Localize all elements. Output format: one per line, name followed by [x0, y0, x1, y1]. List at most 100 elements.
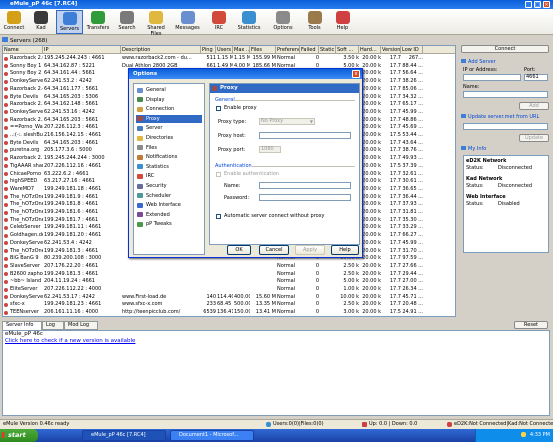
- options-item-statistics[interactable]: Statistics: [136, 163, 202, 171]
- server-row[interactable]: DonkeyServer No362.241.53.17 : 4242 www.F…: [3, 293, 455, 301]
- server-cell: 20.00 k: [362, 178, 381, 185]
- column-header[interactable]: Ping: [201, 46, 216, 53]
- server-row[interactable]: sfxc-x 199.249.181.23 : 4661 www.sfxc-x.co…: [3, 301, 455, 308]
- options-item-proxy[interactable]: Proxy: [136, 114, 202, 123]
- column-header[interactable]: Hard...: [359, 46, 381, 53]
- proxy-host-input[interactable]: [259, 132, 351, 139]
- options-item-label: IRC: [146, 173, 155, 180]
- toolbar-irc-button[interactable]: IRC: [205, 10, 233, 34]
- options-dialog: Options x General Display Connection Proxy S…: [128, 68, 363, 258]
- options-item-display[interactable]: Display: [136, 96, 202, 104]
- add-button[interactable]: Add: [519, 102, 549, 110]
- server-row[interactable]: EliteServer 207.226.112.22 : 4000 Normal 0 1…: [3, 286, 455, 293]
- name-input[interactable]: [463, 91, 548, 98]
- server-row[interactable]: B2600 zapho 199.249.181.3 : 4661 Normal 0 2.…: [3, 270, 455, 278]
- server-cell: 400.00 k: [234, 293, 250, 300]
- servers-icon: [2, 37, 8, 42]
- options-item-pp-tweaks[interactable]: pP Tweaks: [136, 220, 202, 228]
- server-row[interactable]: TEENserver 206.161.11.16 : 4000 http://tee…: [3, 309, 455, 316]
- toolbar-tools-button[interactable]: Tools: [302, 10, 327, 34]
- auth-password-input[interactable]: [259, 194, 351, 201]
- toolbar-statistics-button[interactable]: Statistics: [235, 10, 263, 34]
- my-info-label: My Info: [461, 146, 486, 152]
- column-header[interactable]: Soft ...: [336, 46, 359, 53]
- column-header[interactable]: Low ID: [401, 46, 423, 53]
- column-header[interactable]: Preference: [276, 46, 300, 53]
- toolbar-messages-button[interactable]: Messages: [172, 10, 203, 34]
- server-cell: 17.7: [389, 93, 401, 100]
- server-row[interactable]: Razorback 2.0 195.245.244.243 : 4661 www.r…: [3, 55, 455, 62]
- options-tree[interactable]: General Display Connection Proxy Server Direc…: [133, 83, 205, 255]
- server-row[interactable]: ~bb~ Island 204.11.19.24 : 4661 Normal 0 5.0…: [3, 278, 455, 285]
- options-item-security[interactable]: Security: [136, 182, 202, 190]
- toolbar-connect-button[interactable]: Connect: [2, 10, 26, 34]
- check-version-link[interactable]: Click here to check if a new version is …: [5, 338, 135, 344]
- server-cell: 20.00 k: [362, 309, 381, 316]
- toolbar-shared-files-button[interactable]: Shared Files: [141, 10, 171, 37]
- toolbar-transfers-button[interactable]: Transfers: [84, 10, 112, 34]
- proxy-port-input[interactable]: 1080: [259, 146, 281, 153]
- apply-button[interactable]: Apply: [295, 245, 325, 255]
- options-item-web-interface[interactable]: Web Interface: [136, 201, 202, 209]
- reset-button[interactable]: Reset: [514, 321, 548, 329]
- options-item-general[interactable]: General: [136, 86, 202, 94]
- options-item-irc[interactable]: IRC: [136, 172, 202, 180]
- toolbar-search-button[interactable]: Search: [114, 10, 140, 34]
- tab-mod-log[interactable]: Mod Log: [64, 321, 98, 330]
- maximize-button[interactable]: □: [534, 1, 541, 8]
- column-header[interactable]: IP: [43, 46, 121, 53]
- options-item-extended[interactable]: Extended: [136, 211, 202, 219]
- column-header[interactable]: Name: [3, 46, 43, 53]
- close-button[interactable]: ×: [543, 1, 550, 8]
- options-item-label: Directories: [146, 135, 174, 141]
- taskbar-emule[interactable]: eMule_pP 46c [7.RC4]: [82, 430, 166, 441]
- auth-name-input[interactable]: [259, 182, 351, 189]
- proxy-type-select[interactable]: No Proxy ▼: [259, 118, 315, 125]
- tab-log[interactable]: Log: [42, 321, 64, 330]
- column-header[interactable]: Version: [381, 46, 401, 53]
- options-item-directories[interactable]: Directories: [136, 134, 202, 142]
- help-button[interactable]: Help: [331, 245, 359, 255]
- cancel-button[interactable]: Cancel: [259, 245, 289, 255]
- options-item-notifications[interactable]: Notifications: [136, 153, 202, 161]
- port-input[interactable]: 4661: [524, 74, 548, 81]
- ok-button[interactable]: OK: [227, 245, 251, 255]
- update-button[interactable]: Update: [519, 134, 549, 142]
- options-item-files[interactable]: Files: [136, 144, 202, 152]
- toolbar-options-button[interactable]: Options: [265, 10, 301, 34]
- server-cell: 20.00 k: [362, 78, 381, 85]
- proxy-icon: [212, 86, 217, 91]
- auto-connect-checkbox[interactable]: [216, 214, 221, 219]
- options-item-scheduler[interactable]: Scheduler: [136, 192, 202, 200]
- toolbar-help-button[interactable]: Help: [330, 10, 355, 34]
- server-status-icon: [4, 241, 8, 246]
- status-version: eMule Version 0.46c ready: [3, 421, 70, 427]
- toolbar-servers-button[interactable]: Servers: [56, 10, 83, 34]
- dialog-close-button[interactable]: x: [352, 70, 360, 78]
- column-header[interactable]: Failed: [300, 46, 319, 53]
- start-button[interactable]: start: [0, 429, 38, 442]
- enable-proxy-checkbox[interactable]: [216, 106, 221, 111]
- options-item-server[interactable]: Server: [136, 124, 202, 132]
- tray-emule-icon[interactable]: [520, 432, 526, 437]
- ip-input[interactable]: [463, 74, 521, 81]
- server-row[interactable]: SlaveServer 207.176.22.20 : 4661 Normal 0 2.…: [3, 263, 455, 270]
- connect-button[interactable]: Connect: [461, 45, 549, 53]
- column-header[interactable]: Description: [121, 46, 201, 53]
- server-cell: 17.7: [389, 270, 401, 277]
- options-item-connection[interactable]: Connection: [136, 105, 202, 113]
- tab-server-info[interactable]: Server Info: [2, 321, 42, 330]
- server-cell: 62.241.53.16 : 4242: [44, 108, 95, 115]
- server-cell: 0: [315, 309, 319, 316]
- enable-auth-checkbox[interactable]: [216, 172, 221, 177]
- server-cell: 64.34.165.203 : 5306: [44, 93, 99, 100]
- column-header[interactable]: Users: [216, 46, 233, 53]
- toolbar-kad-button[interactable]: Kad: [28, 10, 54, 34]
- taskbar-word[interactable]: Document1 - Microsof...: [170, 430, 254, 441]
- update-url-input[interactable]: [463, 123, 548, 130]
- column-header[interactable]: Files: [250, 46, 276, 53]
- minimize-button[interactable]: _: [525, 1, 532, 8]
- server-info-log[interactable]: eMule_pP 46c Click here to check if a ne…: [2, 330, 550, 416]
- column-header[interactable]: Static: [319, 46, 336, 53]
- column-header[interactable]: Max ...: [233, 46, 250, 53]
